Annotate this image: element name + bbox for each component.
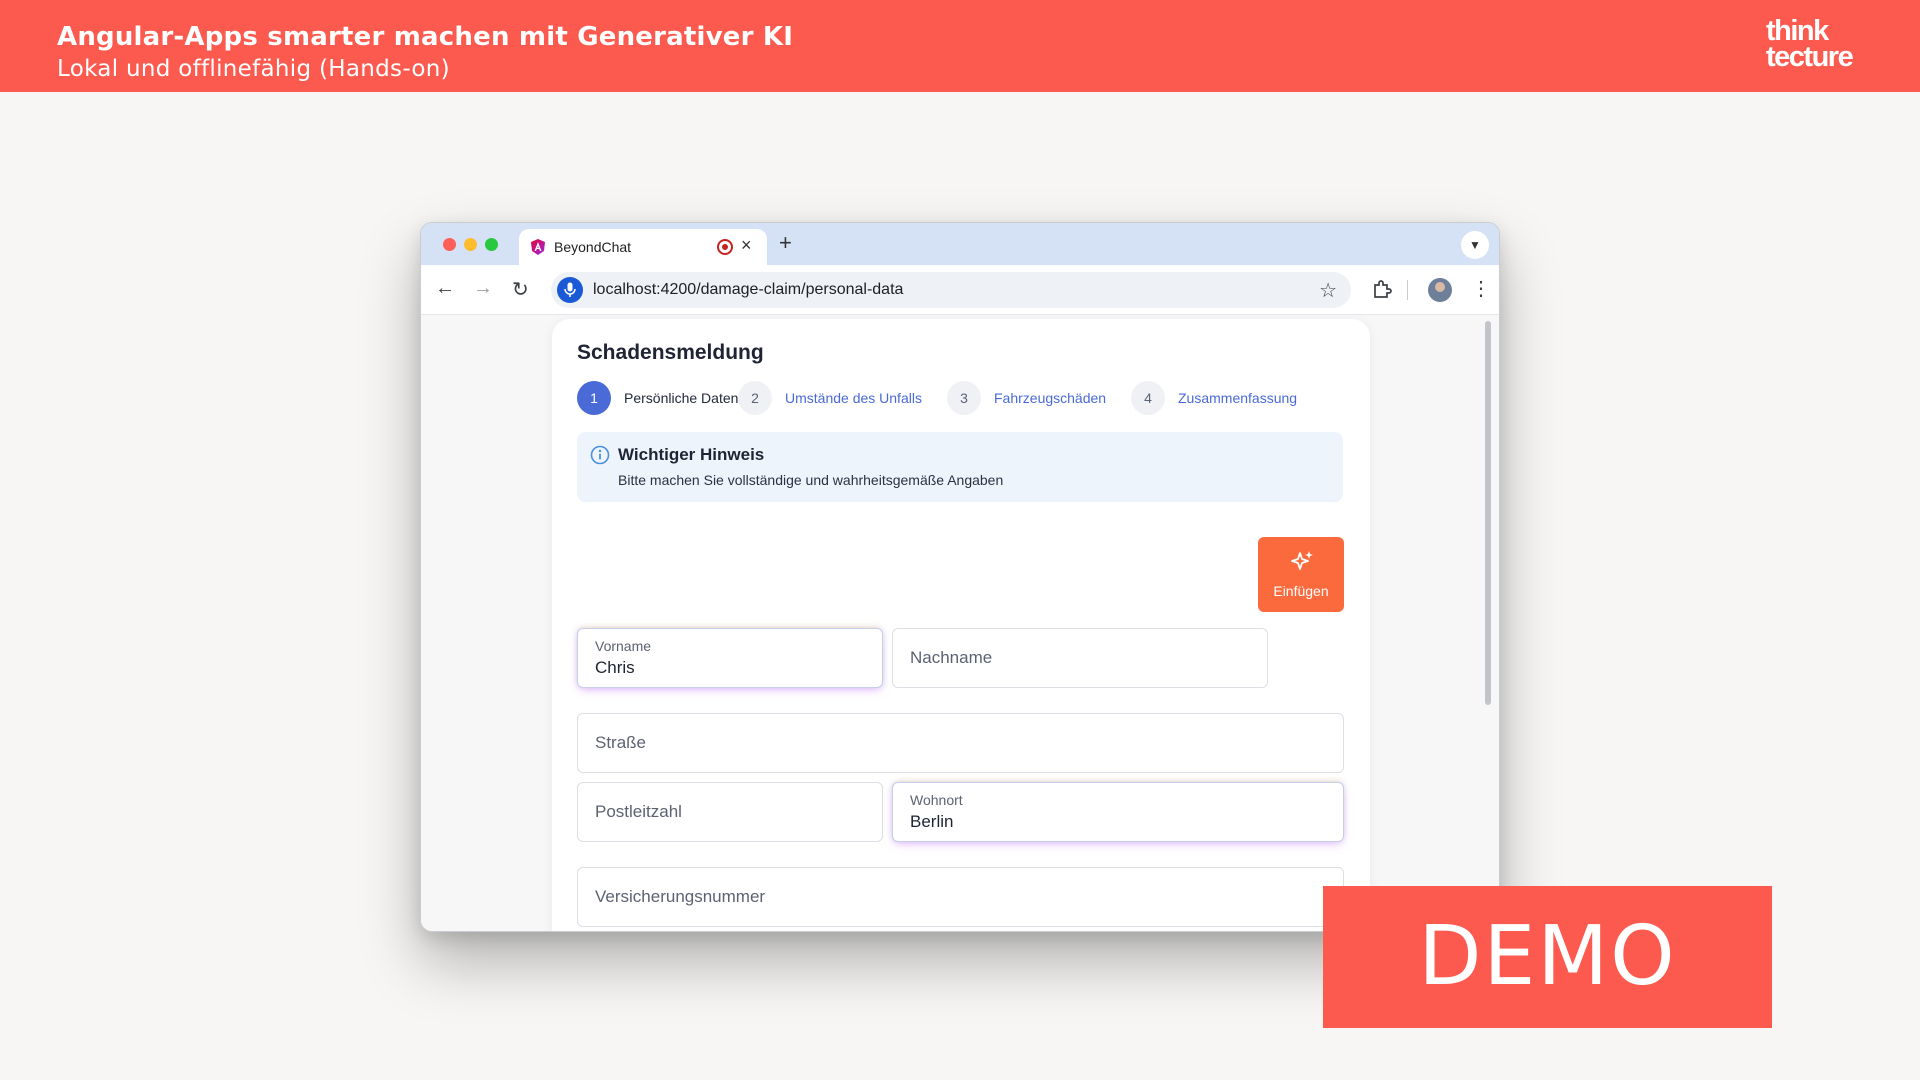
first-name-field[interactable]: Vorname Chris xyxy=(577,628,883,688)
step-number: 2 xyxy=(738,381,772,415)
profile-avatar[interactable] xyxy=(1428,278,1452,302)
reload-icon[interactable]: ↻ xyxy=(512,277,529,302)
field-placeholder: Postleitzahl xyxy=(595,802,682,821)
page-scrollbar[interactable] xyxy=(1485,321,1491,705)
url-text: localhost:4200/damage-claim/personal-dat… xyxy=(593,281,904,298)
toolbar-separator xyxy=(1407,280,1408,300)
window-maximize-button[interactable] xyxy=(485,238,498,251)
forward-icon[interactable]: → xyxy=(473,277,493,300)
last-name-field[interactable]: Nachname xyxy=(892,628,1268,688)
bookmark-star-icon[interactable]: ☆ xyxy=(1319,278,1337,303)
field-placeholder: Versicherungsnummer xyxy=(595,887,766,906)
angular-favicon-icon xyxy=(531,239,545,255)
damage-claim-card: Schadensmeldung 1 Persönliche Daten 2 Um… xyxy=(552,319,1370,931)
field-label: Vorname xyxy=(595,638,652,654)
voice-search-icon[interactable] xyxy=(557,277,583,303)
insurance-number-field[interactable]: Versicherungsnummer xyxy=(577,867,1344,927)
sparkles-icon xyxy=(1291,551,1313,570)
window-minimize-button[interactable] xyxy=(464,238,477,251)
city-field[interactable]: Wohnort Berlin xyxy=(892,782,1344,842)
field-value: Berlin xyxy=(910,812,954,831)
page-title: Schadensmeldung xyxy=(577,341,764,364)
address-bar[interactable]: localhost:4200/damage-claim/personal-dat… xyxy=(551,272,1351,308)
ai-paste-button[interactable]: Einfügen xyxy=(1258,537,1344,612)
logo-line-tecture: tecture xyxy=(1766,41,1854,73)
notice-title: Wichtiger Hinweis xyxy=(618,445,765,464)
field-placeholder: Straße xyxy=(595,733,647,752)
field-placeholder: Nachname xyxy=(910,648,993,667)
tab-title: BeyondChat xyxy=(554,239,632,255)
slide-header: Angular-Apps smarter machen mit Generati… xyxy=(0,0,1920,92)
tab-bar: BeyondChat × + ▼ xyxy=(421,223,1499,265)
page-viewport: Schadensmeldung 1 Persönliche Daten 2 Um… xyxy=(421,315,1499,931)
browser-tab[interactable]: BeyondChat × xyxy=(519,229,767,265)
info-icon xyxy=(590,445,610,465)
thinktecture-logo: think tecture xyxy=(1766,17,1856,73)
slide-subtitle: Lokal und offlinefähig (Hands-on) xyxy=(57,56,450,82)
demo-badge: DEMO xyxy=(1323,886,1772,1028)
paste-button-label: Einfügen xyxy=(1273,583,1329,599)
new-tab-button[interactable]: + xyxy=(779,230,792,256)
field-label: Wohnort xyxy=(910,792,963,808)
notice-text: Bitte machen Sie vollständige und wahrhe… xyxy=(618,472,1004,488)
tab-close-icon[interactable]: × xyxy=(741,235,752,256)
step-label: Zusammenfassung xyxy=(1178,390,1298,406)
more-menu-icon[interactable]: ⋮ xyxy=(1471,276,1491,301)
tab-list-icon[interactable]: ▼ xyxy=(1461,231,1489,259)
recording-indicator-icon xyxy=(717,239,733,255)
step-number: 1 xyxy=(577,381,611,415)
step-number: 3 xyxy=(947,381,981,415)
slide-title: Angular-Apps smarter machen mit Generati… xyxy=(57,22,794,52)
street-field[interactable]: Straße xyxy=(577,713,1344,773)
step-label: Umstände des Unfalls xyxy=(785,390,922,406)
postal-code-field[interactable]: Postleitzahl xyxy=(577,782,883,842)
important-notice: Wichtiger Hinweis Bitte machen Sie volls… xyxy=(577,432,1343,502)
browser-toolbar: ← → ↻ localhost:4200/damage-claim/person… xyxy=(421,265,1499,315)
back-icon[interactable]: ← xyxy=(435,277,455,300)
step-label: Persönliche Daten xyxy=(624,390,739,406)
window-close-button[interactable] xyxy=(443,238,456,251)
extensions-icon[interactable] xyxy=(1371,278,1393,300)
step-number: 4 xyxy=(1131,381,1165,415)
field-value: Chris xyxy=(595,658,635,677)
browser-window: BeyondChat × + ▼ ← → ↻ localhost:4200/da… xyxy=(420,222,1500,932)
step-label: Fahrzeugschäden xyxy=(994,390,1107,406)
